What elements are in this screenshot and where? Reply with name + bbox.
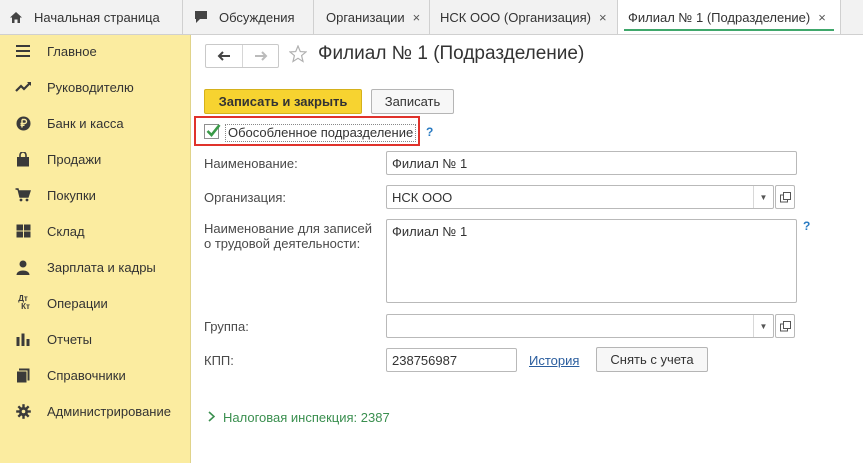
kpp-value: 238756987 <box>392 352 458 368</box>
close-icon[interactable]: × <box>818 10 826 25</box>
labor-name-textarea[interactable]: Филиал № 1 <box>386 219 797 303</box>
gear-icon <box>14 402 32 420</box>
dropdown-arrow-icon[interactable]: ▼ <box>753 315 773 337</box>
save-and-close-button[interactable]: Записать и закрыть <box>204 89 362 114</box>
labor-name-value: Филиал № 1 <box>392 224 468 239</box>
person-icon <box>14 258 32 276</box>
sidebar-item-label: Справочники <box>47 367 126 383</box>
debit-credit-icon: Дт Кт <box>14 294 32 312</box>
home-icon <box>8 9 24 25</box>
back-button[interactable] <box>206 45 242 67</box>
sidebar-item-operations[interactable]: Дт Кт Операции <box>0 285 191 321</box>
help-icon[interactable]: ? <box>803 219 810 233</box>
separate-division-checkbox[interactable] <box>204 124 221 139</box>
shopping-bag-icon <box>14 150 32 168</box>
tab-label: Организации <box>326 9 405 25</box>
navigation-buttons <box>205 44 279 68</box>
book-icon <box>14 366 32 384</box>
ruble-icon <box>14 114 32 132</box>
bar-chart-icon <box>14 330 32 348</box>
sidebar-item-manager[interactable]: Руководителю <box>0 69 191 105</box>
tab-label: Филиал № 1 (Подразделение) <box>628 9 811 25</box>
tab-label: Обсуждения <box>219 9 295 25</box>
checkmark-icon <box>206 124 221 137</box>
tab-organizations[interactable]: Организации × <box>314 0 430 34</box>
open-group-button[interactable] <box>775 314 795 338</box>
arrow-right-icon <box>254 51 267 61</box>
sidebar-item-main[interactable]: Главное <box>0 33 191 69</box>
sidebar-item-label: Банк и касса <box>47 115 124 131</box>
sidebar-item-directories[interactable]: Справочники <box>0 357 191 393</box>
sidebar-item-label: Покупки <box>47 187 96 203</box>
tax-inspection-label: Налоговая инспекция: 2387 <box>223 410 390 425</box>
trend-icon <box>14 78 32 96</box>
open-window-icon <box>779 191 791 202</box>
open-organization-button[interactable] <box>775 185 795 209</box>
tab-branch-1[interactable]: Филиал № 1 (Подразделение) × <box>618 0 841 34</box>
menu-lines-icon <box>14 42 32 60</box>
history-link[interactable]: История <box>529 353 579 368</box>
sidebar-item-purchases[interactable]: Покупки <box>0 177 191 213</box>
tax-inspection-expander[interactable]: Налоговая инспекция: 2387 <box>208 410 390 425</box>
labor-name-label-2: о трудовой деятельности: <box>204 236 361 251</box>
tab-bar: Начальная страница Обсуждения Организаци… <box>0 0 863 35</box>
favorite-star-icon[interactable] <box>288 44 308 63</box>
sidebar-item-bank[interactable]: Банк и касса <box>0 105 191 141</box>
open-window-icon <box>779 320 791 331</box>
cart-icon <box>14 186 32 204</box>
name-field[interactable]: Филиал № 1 <box>386 151 797 175</box>
sidebar-item-sales[interactable]: Продажи <box>0 141 191 177</box>
close-icon[interactable]: × <box>599 10 607 25</box>
arrow-left-icon <box>217 51 230 61</box>
kpp-field[interactable]: 238756987 <box>386 348 517 372</box>
kpp-label: КПП: <box>204 353 234 368</box>
save-button[interactable]: Записать <box>371 89 454 114</box>
help-icon[interactable]: ? <box>426 125 433 139</box>
group-field[interactable]: ▼ <box>386 314 774 338</box>
tab-label: НСК ООО (Организация) <box>440 9 591 25</box>
forward-button[interactable] <box>242 45 278 67</box>
sidebar-item-label: Администрирование <box>47 403 171 419</box>
warehouse-grid-icon <box>14 222 32 240</box>
sidebar-item-label: Продажи <box>47 151 102 167</box>
labor-name-label-1: Наименование для записей <box>204 221 373 236</box>
name-label: Наименование: <box>204 156 298 171</box>
sidebar-item-warehouse[interactable]: Склад <box>0 213 191 249</box>
sidebar-item-label: Отчеты <box>47 331 92 347</box>
sidebar: Главное Руководителю Банк и касса Продаж… <box>0 35 191 463</box>
organization-field[interactable]: НСК ООО ▼ <box>386 185 774 209</box>
sidebar-item-reports[interactable]: Отчеты <box>0 321 191 357</box>
page-title: Филиал № 1 (Подразделение) <box>318 43 585 64</box>
tab-discussions[interactable]: Обсуждения <box>183 0 314 34</box>
credit-label: Кт <box>21 302 30 311</box>
chat-icon <box>193 9 209 25</box>
sidebar-item-label: Зарплата и кадры <box>47 259 156 275</box>
close-icon[interactable]: × <box>413 10 421 25</box>
sidebar-item-label: Операции <box>47 295 108 311</box>
sidebar-item-salary-hr[interactable]: Зарплата и кадры <box>0 249 191 285</box>
organization-value: НСК ООО <box>392 189 453 205</box>
chevron-right-icon <box>208 410 216 425</box>
tab-nsk-organization[interactable]: НСК ООО (Организация) × <box>430 0 618 34</box>
group-label: Группа: <box>204 319 249 334</box>
tab-label: Начальная страница <box>34 9 160 25</box>
separate-division-label[interactable]: Обособленное подразделение <box>225 124 417 142</box>
sidebar-item-label: Руководителю <box>47 79 134 95</box>
name-value: Филиал № 1 <box>392 155 468 171</box>
organization-label: Организация: <box>204 190 287 205</box>
tab-home[interactable]: Начальная страница <box>0 0 183 34</box>
dropdown-arrow-icon[interactable]: ▼ <box>753 186 773 208</box>
sidebar-item-label: Склад <box>47 223 85 239</box>
sidebar-item-administration[interactable]: Администрирование <box>0 393 191 429</box>
deregister-button[interactable]: Снять с учета <box>596 347 708 372</box>
sidebar-item-label: Главное <box>47 43 97 59</box>
